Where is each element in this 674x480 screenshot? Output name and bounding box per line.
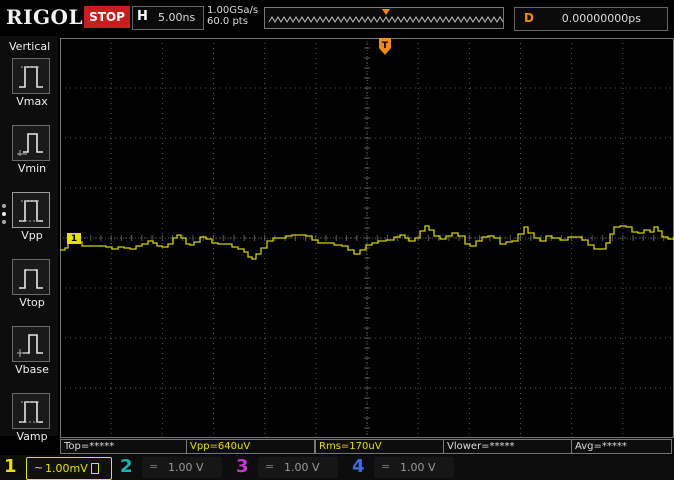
measurement-results-bar: Top=***** Vpp=640uV Rms=170uV Vlower=***… (60, 438, 674, 454)
channel-scale: 1.00 V (284, 461, 320, 474)
timebase-label: H (137, 9, 148, 24)
menu-item-label: Vmin (17, 162, 47, 175)
strip-trigger-marker (382, 9, 390, 15)
channel-scale: 1.00mV (45, 462, 88, 475)
menu-item-label: Vmax (16, 95, 48, 108)
waveform-memory-strip[interactable] (264, 7, 504, 29)
menu-item-label: Vpp (21, 229, 43, 242)
menu-item-label: Vtop (19, 296, 45, 309)
menu-item-vmax[interactable]: Vmax (12, 58, 50, 124)
channel-number: 3 (236, 456, 249, 477)
channel-2-scale-box: = 1.00 V (142, 457, 222, 478)
measure-top[interactable]: Top=***** (60, 439, 187, 454)
vertical-measure-menu: Vertical Vmax Vmin Vpp Vtop Vbase Vamp (0, 36, 58, 443)
menu-item-vpp[interactable]: Vpp (12, 192, 50, 258)
channel-number: 4 (352, 456, 365, 477)
channel-number: 1 (4, 456, 17, 477)
brand-logo: RIGOL (6, 5, 84, 29)
delay-value: 0.00000000ps (561, 12, 641, 25)
trigger-marker-label: T (382, 41, 389, 51)
timebase-value: 5.00ns (158, 11, 196, 24)
channel-scale: 1.00 V (400, 461, 436, 474)
vtop-icon (12, 259, 50, 295)
coupling-dc-icon: = (149, 460, 159, 473)
channel-status-bar: 1 ~ 1.00mV 2 = 1.00 V 3 = 1.00 V 4 = 1.0… (0, 455, 674, 480)
vpp-icon (12, 192, 50, 228)
vbase-icon (12, 326, 50, 362)
channel-4-scale-box: = 1.00 V (374, 457, 454, 478)
coupling-ac-icon: ~ (34, 461, 44, 474)
vamp-icon (12, 393, 50, 429)
coupling-dc-icon: = (265, 460, 275, 473)
page-indicator-dot (2, 220, 6, 224)
channel-3-scale-box: = 1.00 V (258, 457, 338, 478)
memory-depth: 60.0 pts (207, 16, 248, 27)
page-indicator-dot (2, 204, 6, 208)
menu-item-vmin[interactable]: Vmin (12, 125, 50, 191)
menu-item-vtop[interactable]: Vtop (12, 259, 50, 325)
sample-rate: 1.00GSa/s (207, 5, 259, 16)
coupling-dc-icon: = (381, 460, 391, 473)
measure-avg[interactable]: Avg=***** (571, 439, 672, 454)
channel-1-scale-box: ~ 1.00mV (26, 457, 112, 480)
measure-rms[interactable]: Rms=170uV (315, 439, 444, 454)
channel1-offset-marker[interactable]: 1 (67, 233, 81, 244)
vmin-icon (12, 125, 50, 161)
channel-3-status[interactable]: 3 = 1.00 V (232, 456, 344, 478)
channel-4-status[interactable]: 4 = 1.00 V (348, 456, 460, 478)
sampling-info: 1.00GSa/s 60.0 pts (207, 5, 258, 27)
measure-vpp[interactable]: Vpp=640uV (186, 439, 315, 454)
run-stop-button[interactable]: STOP (84, 6, 130, 28)
menu-item-label: Vamp (16, 430, 48, 443)
bandwidth-limit-icon (91, 463, 99, 474)
menu-item-vamp[interactable]: Vamp (12, 393, 50, 459)
trigger-position-marker[interactable]: T (378, 38, 392, 58)
page-indicator-dot (2, 212, 6, 216)
menu-item-label: Vbase (15, 363, 49, 376)
channel-2-status[interactable]: 2 = 1.00 V (116, 456, 228, 478)
trigger-delay-display[interactable]: D 0.00000000ps (514, 7, 668, 31)
top-status-bar: RIGOL STOP H 5.00ns 1.00GSa/s 60.0 pts D… (0, 0, 674, 36)
waveform-display-grid[interactable] (60, 38, 674, 438)
channel-scale: 1.00 V (168, 461, 204, 474)
memory-waveform-preview (268, 9, 503, 23)
channel-number: 2 (120, 456, 133, 477)
channel-1-status[interactable]: 1 ~ 1.00mV (0, 456, 112, 480)
measure-vlower[interactable]: Vlower=***** (443, 439, 572, 454)
vmax-icon (12, 58, 50, 94)
menu-title: Vertical (9, 40, 51, 53)
delay-label: D (524, 11, 534, 25)
timebase-display[interactable]: H 5.00ns (132, 6, 204, 30)
menu-item-vbase[interactable]: Vbase (12, 326, 50, 392)
